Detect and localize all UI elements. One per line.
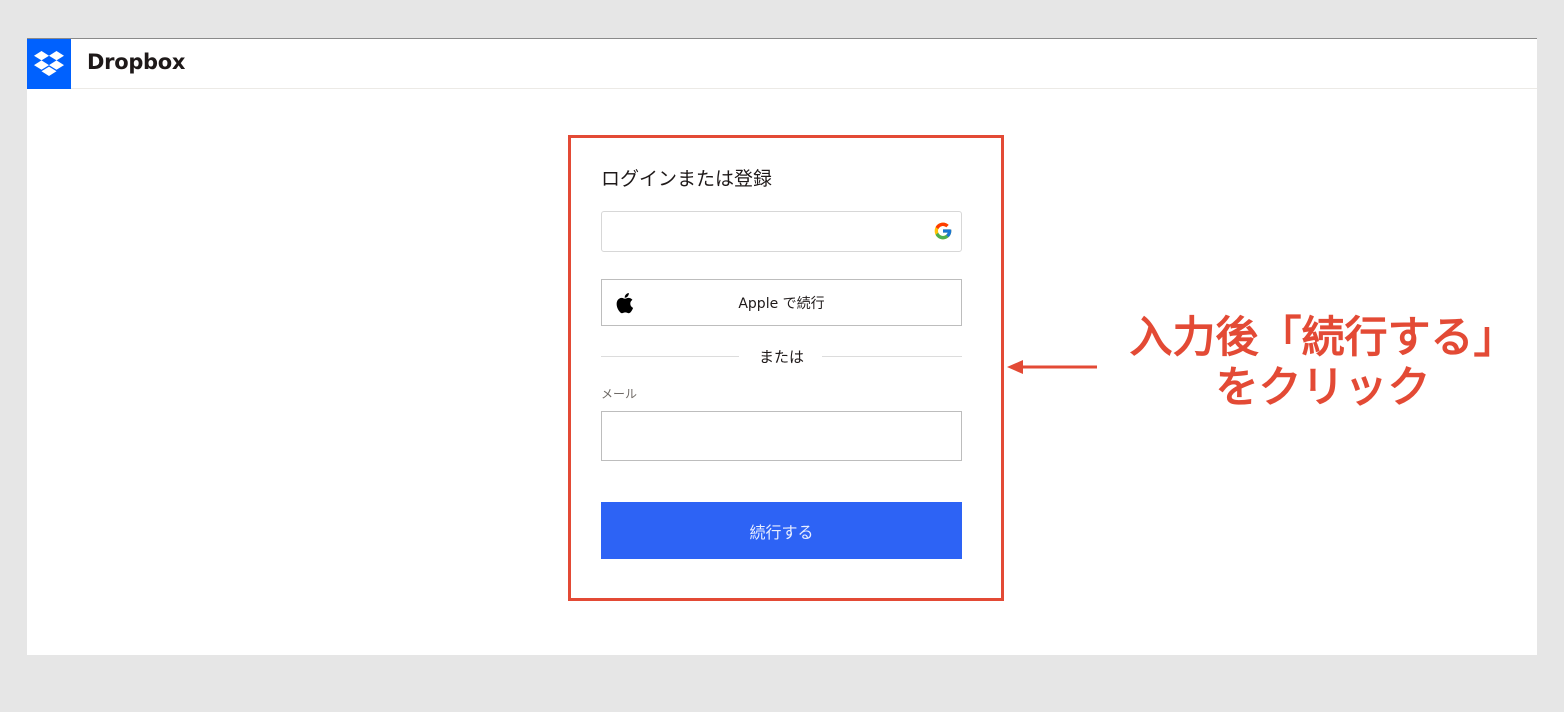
browser-window: Dropbox ログインまたは登録 Apple で続行 または メール 続行する… — [27, 38, 1537, 655]
login-card: ログインまたは登録 Apple で続行 または メール 続行する — [568, 135, 1004, 601]
apple-icon — [616, 293, 634, 314]
google-icon — [934, 222, 952, 240]
continue-button[interactable]: 続行する — [601, 502, 962, 559]
brand-name: Dropbox — [87, 50, 186, 74]
email-input[interactable] — [601, 411, 962, 461]
google-button-label — [614, 220, 914, 242]
arrow-left-icon — [1007, 360, 1097, 374]
login-title: ログインまたは登録 — [601, 168, 773, 190]
annotation-line-2: をクリック — [1215, 363, 1431, 413]
dropbox-logo[interactable] — [27, 39, 71, 89]
annotation-line-1: 入力後「続行する」 — [1129, 313, 1517, 363]
annotation-text: 入力後「続行する」 をクリック — [1113, 313, 1533, 413]
apple-button-label: Apple で続行 — [738, 295, 825, 312]
or-divider: または — [601, 345, 962, 367]
top-bar: Dropbox — [27, 39, 1537, 89]
divider-line-right — [822, 356, 962, 357]
email-label: メール — [601, 387, 638, 401]
apple-signin-button[interactable]: Apple で続行 — [601, 279, 962, 326]
google-signin-button[interactable] — [601, 211, 962, 252]
dropbox-logo-icon — [34, 51, 64, 76]
